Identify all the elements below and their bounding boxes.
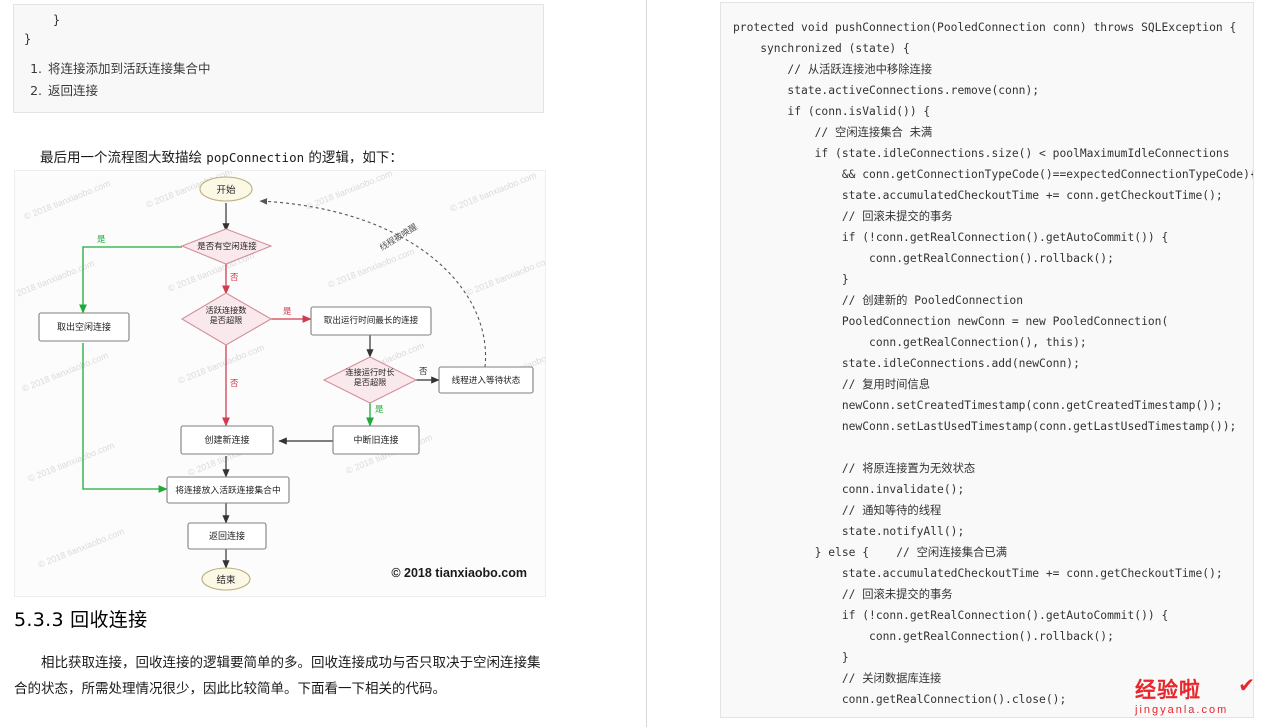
code-line-1: } — [24, 13, 61, 27]
node-end: 结束 — [216, 575, 236, 586]
node-active-over-limit: 活跃连接数 是否超限 — [205, 305, 247, 326]
left-column: } } 将连接添加到活跃连接集合中 返回连接 最后用一个流程图大致描绘 popC… — [0, 0, 646, 727]
node-put-active: 将连接放入活跃连接集合中 — [175, 486, 281, 496]
list-item: 将连接添加到活跃连接集合中 — [46, 58, 533, 80]
edge-label-yes-2: 是 — [283, 307, 292, 317]
figure-copyright: © 2018 tianxiaobo.com — [391, 566, 527, 580]
badge-domain-label: jingyanla.com — [1135, 704, 1229, 716]
edge-label-no-1: 否 — [230, 273, 239, 283]
list-item: 返回连接 — [46, 80, 533, 102]
flowchart-figure: © 2018 tianxiaobo.com © 2018 tianxiaobo.… — [14, 170, 546, 597]
site-watermark-badge: 经验啦 jingyanla.com ✔ — [1135, 675, 1257, 721]
section-heading: 5.3.3 回收连接 — [14, 609, 148, 631]
java-code-block: protected void pushConnection(PooledConn… — [733, 21, 1254, 706]
node-run-time-over: 连接运行时长 是否超限 — [345, 367, 395, 388]
badge-chinese-label: 经验啦 — [1135, 678, 1201, 702]
check-icon: ✔ — [1238, 675, 1255, 697]
node-has-idle: 是否有空闲连接 — [197, 242, 257, 252]
code-snippet-card: } } 将连接添加到活跃连接集合中 返回连接 — [13, 4, 544, 113]
steps-list: 将连接添加到活跃连接集合中 返回连接 — [24, 58, 533, 102]
document-page: } } 将连接添加到活跃连接集合中 返回连接 最后用一个流程图大致描绘 popC… — [0, 0, 1265, 727]
node-thread-wait: 线程进入等待状态 — [451, 376, 521, 386]
intro-paragraph: 最后用一个流程图大致描绘 popConnection 的逻辑，如下： — [40, 146, 560, 170]
column-divider — [646, 0, 647, 727]
body-paragraph: 相比获取连接，回收连接的逻辑要简单的多。回收连接成功与否只取决于空闲连接集合的状… — [14, 655, 541, 698]
intro-paragraph-code: popConnection — [206, 150, 305, 165]
code-line-2: } — [24, 32, 32, 47]
node-take-longest: 取出运行时间最长的连接 — [323, 316, 419, 326]
node-return-conn: 返回连接 — [208, 532, 245, 542]
intro-paragraph-suffix: 的逻辑，如下： — [304, 150, 403, 166]
right-code-panel: protected void pushConnection(PooledConn… — [720, 2, 1254, 718]
node-break-old: 中断旧连接 — [353, 436, 399, 446]
node-create-new: 创建新连接 — [204, 436, 250, 446]
intro-paragraph-prefix: 最后用一个流程图大致描绘 — [40, 150, 207, 166]
node-start: 开始 — [216, 185, 236, 196]
node-take-idle: 取出空闲连接 — [56, 323, 111, 333]
edge-label-no-3: 否 — [419, 367, 428, 377]
edge-label-yes-1: 是 — [97, 235, 106, 245]
edge-label-no-2: 否 — [230, 379, 239, 389]
edge-label-yes-3: 是 — [375, 405, 384, 415]
